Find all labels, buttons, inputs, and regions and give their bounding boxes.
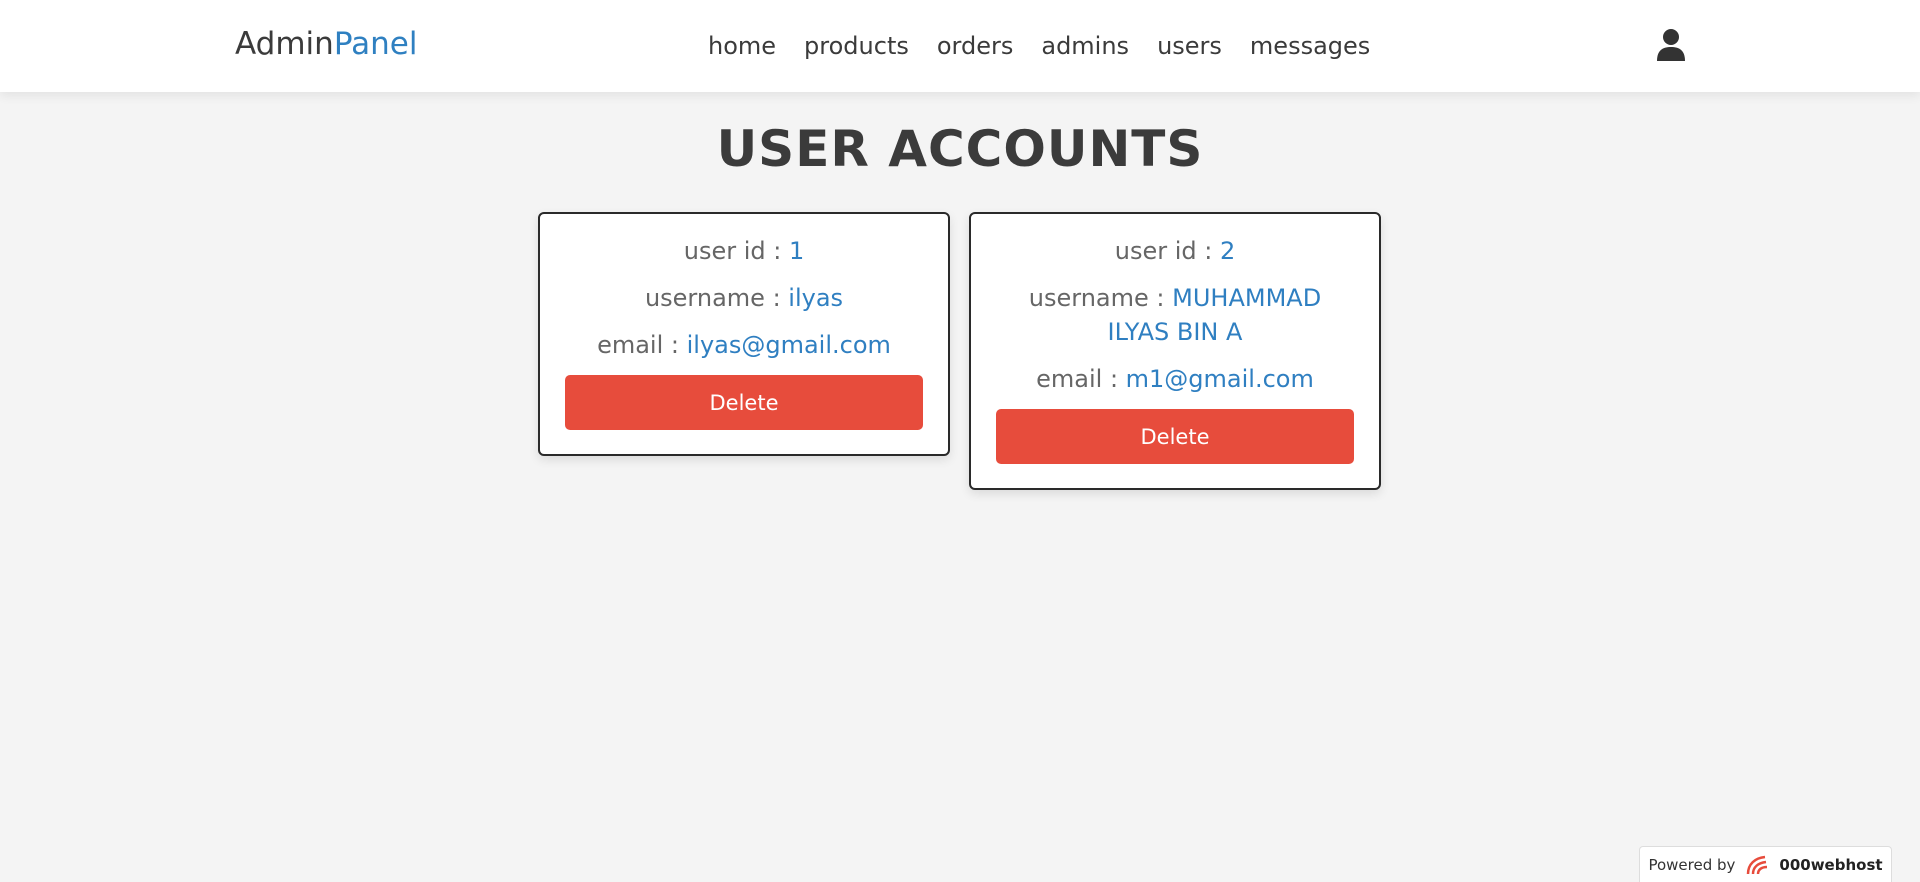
email-value: m1@gmail.com bbox=[1125, 365, 1314, 393]
email-label: email : bbox=[1036, 365, 1126, 393]
powered-by-badge[interactable]: Powered by 000webhost bbox=[1639, 846, 1892, 882]
user-id-label: user id : bbox=[683, 237, 789, 265]
delete-button[interactable]: Delete bbox=[996, 409, 1354, 464]
nav-admins[interactable]: admins bbox=[1041, 32, 1129, 60]
logo-accent-text: Panel bbox=[333, 26, 418, 62]
user-icon[interactable] bbox=[1656, 28, 1686, 62]
nav-messages[interactable]: messages bbox=[1250, 32, 1370, 60]
page-title: USER ACCOUNTS bbox=[716, 120, 1204, 178]
email-row: email : m1@gmail.com bbox=[996, 362, 1354, 396]
user-id-value: 1 bbox=[788, 237, 805, 265]
main-nav: home products orders admins users messag… bbox=[708, 32, 1398, 60]
user-card: user id : 1 username : ilyas email : ily… bbox=[538, 212, 950, 456]
username-label: username : bbox=[644, 284, 789, 312]
username-label: username : bbox=[1028, 284, 1173, 312]
email-label: email : bbox=[597, 331, 687, 359]
user-id-label: user id : bbox=[1114, 237, 1220, 265]
logo-main-text: Admin bbox=[235, 26, 334, 62]
email-row: email : ilyas@gmail.com bbox=[565, 328, 923, 362]
nav-users[interactable]: users bbox=[1157, 32, 1222, 60]
top-header: AdminPanel home products orders admins u… bbox=[0, 0, 1920, 92]
webhost-logo-icon bbox=[1747, 855, 1768, 874]
user-card: user id : 2 username : MUHAMMAD ILYAS BI… bbox=[969, 212, 1381, 490]
user-id-row: user id : 2 bbox=[996, 234, 1354, 268]
nav-home[interactable]: home bbox=[708, 32, 776, 60]
webhost-brand: 000webhost bbox=[1779, 855, 1883, 874]
user-id-value: 2 bbox=[1219, 237, 1236, 265]
admin-panel-logo[interactable]: AdminPanel bbox=[235, 26, 417, 62]
powered-by-label: Powered by bbox=[1648, 855, 1736, 874]
user-id-row: user id : 1 bbox=[565, 234, 923, 268]
email-value: ilyas@gmail.com bbox=[686, 331, 891, 359]
delete-button[interactable]: Delete bbox=[565, 375, 923, 430]
nav-orders[interactable]: orders bbox=[937, 32, 1014, 60]
username-row: username : ilyas bbox=[565, 281, 923, 315]
nav-products[interactable]: products bbox=[804, 32, 909, 60]
username-row: username : MUHAMMAD ILYAS BIN A bbox=[996, 281, 1354, 349]
username-value: ilyas bbox=[788, 284, 844, 312]
